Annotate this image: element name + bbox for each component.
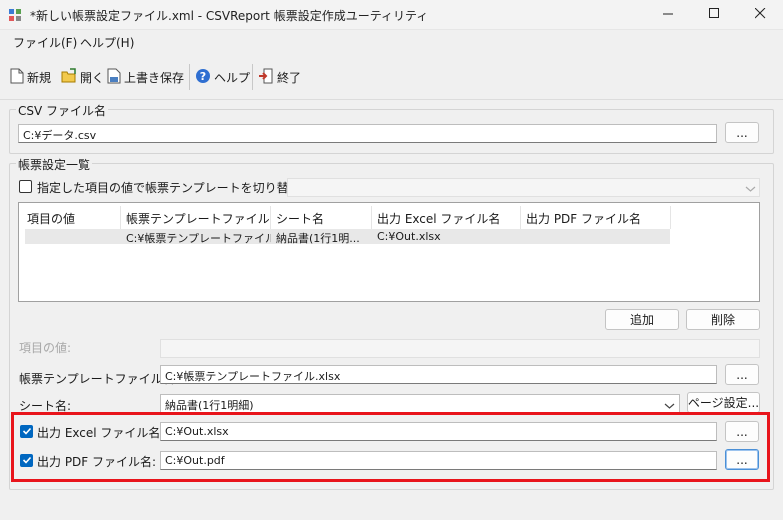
table-cell: C:¥帳票テンプレートファイル... bbox=[126, 232, 271, 244]
csv-browse-button[interactable]: ... bbox=[725, 122, 759, 143]
page-setup-button[interactable]: ページ設定... bbox=[687, 392, 760, 413]
column-header[interactable]: シート名 bbox=[271, 206, 372, 229]
window-title: *新しい帳票設定ファイル.xml - CSVReport 帳票設定作成ユーティリ… bbox=[30, 9, 429, 23]
toolbar-separator bbox=[189, 64, 190, 90]
save-label: 上書き保存 bbox=[124, 70, 185, 85]
delete-button[interactable]: 削除 bbox=[686, 309, 760, 330]
highlight-annotation bbox=[11, 412, 770, 482]
column-header[interactable]: 帳票テンプレートファイル名 bbox=[121, 206, 271, 229]
template-file-input[interactable]: C:¥帳票テンプレートファイル.xlsx bbox=[160, 365, 717, 384]
exit-icon bbox=[258, 68, 274, 87]
exit-label: 終了 bbox=[277, 70, 302, 85]
column-header[interactable]: 項目の値 bbox=[22, 206, 121, 229]
item-value-label: 項目の値: bbox=[19, 341, 72, 355]
chevron-down-icon bbox=[745, 182, 756, 196]
save-icon bbox=[107, 68, 121, 87]
menu-help[interactable]: ヘルプ(H) bbox=[80, 34, 134, 51]
table-cell bbox=[523, 229, 669, 244]
maximize-icon bbox=[708, 8, 720, 22]
sheet-name-combo[interactable]: 納品書(1行1明細) bbox=[160, 394, 680, 413]
minimize-button[interactable] bbox=[645, 0, 691, 30]
status-bar bbox=[0, 500, 783, 520]
maximize-button[interactable] bbox=[691, 0, 737, 30]
minimize-icon bbox=[662, 8, 674, 22]
new-label: 新規 bbox=[27, 70, 52, 85]
open-label: 開く bbox=[80, 70, 105, 85]
template-file-label: 帳票テンプレートファイル名: bbox=[19, 372, 179, 386]
csv-file-input[interactable]: C:¥データ.csv bbox=[18, 124, 717, 143]
table-cell bbox=[25, 229, 121, 244]
add-button[interactable]: 追加 bbox=[605, 309, 679, 330]
csv-group-label: CSV ファイル名 bbox=[16, 102, 109, 119]
chevron-down-icon bbox=[664, 399, 675, 413]
table-cell: 納品書(1行1明... bbox=[276, 232, 360, 244]
template-browse-button[interactable]: ... bbox=[725, 364, 759, 385]
column-header[interactable]: 出力 Excel ファイル名 bbox=[372, 206, 521, 229]
report-group-label: 帳票設定一覧 bbox=[16, 156, 93, 173]
item-value-input[interactable] bbox=[160, 339, 760, 358]
switch-item-combo[interactable] bbox=[287, 178, 760, 197]
title-bar: *新しい帳票設定ファイル.xml - CSVReport 帳票設定作成ユーティリ… bbox=[0, 0, 783, 30]
switch-template-checkbox[interactable] bbox=[19, 180, 32, 193]
new-file-icon bbox=[10, 68, 24, 87]
close-icon bbox=[754, 7, 766, 22]
save-button[interactable]: 上書き保存 bbox=[107, 66, 184, 88]
menu-bar: ファイル(F) ヘルプ(H) bbox=[0, 30, 783, 52]
svg-text:?: ? bbox=[200, 70, 206, 83]
help-button[interactable]: ? ヘルプ bbox=[195, 66, 250, 88]
column-header[interactable]: 出力 PDF ファイル名 bbox=[521, 206, 671, 229]
table-cell: C:¥Out.xlsx bbox=[377, 230, 441, 243]
toolbar-separator bbox=[252, 64, 253, 90]
help-icon: ? bbox=[195, 68, 211, 87]
close-button[interactable] bbox=[737, 0, 783, 30]
menu-file[interactable]: ファイル(F) bbox=[13, 34, 77, 51]
switch-template-label: 指定した項目の値で帳票テンプレートを切り替える: bbox=[37, 181, 317, 195]
app-icon bbox=[8, 8, 22, 22]
open-folder-icon bbox=[61, 67, 77, 87]
open-button[interactable]: 開く bbox=[61, 66, 104, 88]
help-label: ヘルプ bbox=[214, 70, 251, 85]
new-button[interactable]: 新規 bbox=[10, 66, 51, 88]
toolbar: 新規 開く 上書き保存 ? ヘルプ 終了 bbox=[0, 52, 783, 100]
exit-button[interactable]: 終了 bbox=[258, 66, 301, 88]
